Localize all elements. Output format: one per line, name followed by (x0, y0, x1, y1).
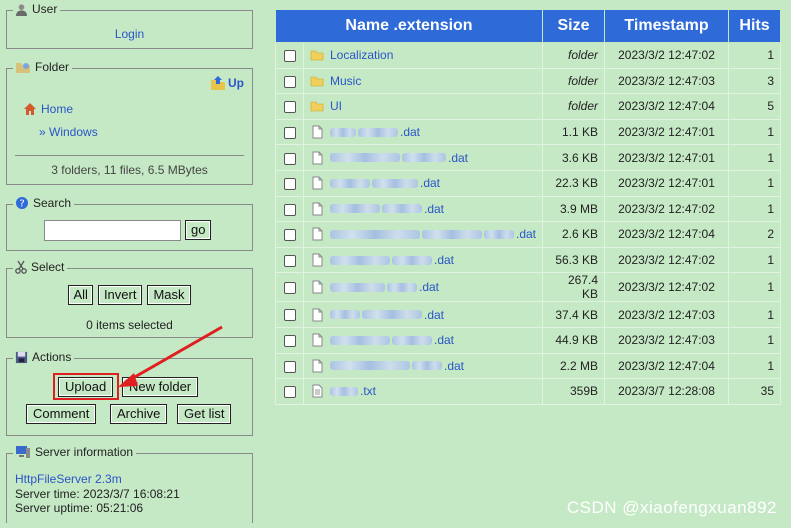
watermark: CSDN @xiaofengxuan892 (566, 498, 777, 517)
red-arrow-annotation (118, 325, 223, 387)
